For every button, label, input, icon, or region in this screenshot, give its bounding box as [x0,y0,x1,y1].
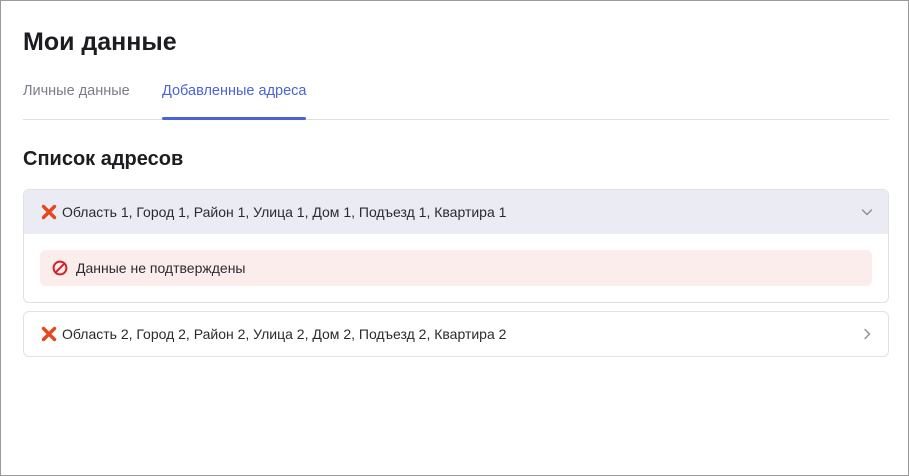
x-mark-icon [41,326,57,342]
address-card: Область 2, Город 2, Район 2, Улица 2, До… [23,311,889,357]
section-title: Список адресов [23,148,184,170]
active-tab-indicator [162,117,307,120]
address-card-header[interactable]: Область 1, Город 1, Район 1, Улица 1, До… [24,190,888,234]
chevron-right-icon[interactable] [860,327,874,341]
page-title: Мои данные [23,28,177,56]
address-card-body: Данные не подтверждены [24,234,888,302]
tab-label: Добавленные адреса [162,83,307,99]
x-mark-icon [41,204,57,220]
address-text: Область 1, Город 1, Район 1, Улица 1, До… [62,204,507,220]
app-window: Мои данные Личные данные Добавленные адр… [0,0,909,476]
address-card-header[interactable]: Область 2, Город 2, Район 2, Улица 2, До… [24,312,888,356]
tab-added-addresses[interactable]: Добавленные адреса [162,73,307,120]
tab-personal-data[interactable]: Личные данные [23,73,130,119]
address-text: Область 2, Город 2, Район 2, Улица 2, До… [62,326,507,342]
address-card: Область 1, Город 1, Район 1, Улица 1, До… [23,189,889,303]
chevron-down-icon[interactable] [860,205,874,219]
tab-bar: Личные данные Добавленные адреса [23,73,889,120]
ban-icon [52,260,68,276]
alert-text: Данные не подтверждены [76,260,246,276]
tab-label: Личные данные [23,83,130,99]
unverified-alert: Данные не подтверждены [40,250,872,286]
